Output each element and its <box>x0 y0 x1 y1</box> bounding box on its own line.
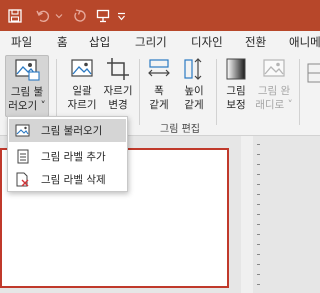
ruler-tick <box>257 204 260 205</box>
tab-animations[interactable]: 애니메 <box>289 31 320 53</box>
tab-home[interactable]: 홈 <box>57 31 68 53</box>
ruler-tick <box>257 184 260 185</box>
ruler-tick <box>257 284 260 285</box>
equal-width-button[interactable]: 폭 같게 <box>143 55 175 117</box>
ribbon-divider <box>299 59 300 125</box>
load-picture-label-1: 그림 불 <box>10 86 44 98</box>
load-picture-dropdown: 그림 불러오기 그림 라벨 추가 그림 라벨 삭제 <box>7 116 128 192</box>
undo-dropdown-icon[interactable] <box>53 6 65 26</box>
crop-icon <box>106 57 130 85</box>
presentation-icon[interactable] <box>94 6 112 26</box>
picture-correction-button[interactable]: 그림 보정 <box>220 55 252 117</box>
image-disabled-icon <box>261 57 287 85</box>
equal-width-icon <box>147 57 171 85</box>
label-add-icon <box>15 149 31 165</box>
vertical-ruler <box>253 136 320 293</box>
ruler-tick <box>257 144 260 145</box>
correction-label-2: 보정 <box>226 99 246 111</box>
crop-together-label-2: 자르기 <box>67 99 97 111</box>
load-picture-label-2: 러오기 ˅ <box>8 100 46 112</box>
menu-item-load-picture[interactable]: 그림 불러오기 <box>9 119 126 142</box>
picture-icon <box>14 58 40 86</box>
equal-height-icon <box>182 57 206 85</box>
crop-together-button[interactable]: 일괄 자르기 <box>62 55 102 117</box>
equal-width-label-1: 폭 <box>154 85 164 97</box>
ruler-tick <box>257 264 260 265</box>
tab-transitions[interactable]: 전환 <box>245 31 266 53</box>
menu-item-add-label[interactable]: 그림 라벨 추가 <box>9 145 126 168</box>
complete-label-2: 래디로 ˅ <box>255 99 293 111</box>
tab-insert[interactable]: 삽입 <box>89 31 110 53</box>
ruler-tick <box>257 244 260 245</box>
gradient-correction-icon <box>224 57 248 85</box>
complete-label-1: 그림 완 <box>257 85 291 97</box>
menu-item-label: 그림 라벨 추가 <box>41 151 106 163</box>
ribbon-divider <box>216 59 217 125</box>
ruler-tick <box>257 224 260 225</box>
ruler-tick <box>257 254 260 255</box>
redo-icon[interactable] <box>71 6 89 26</box>
tab-file[interactable]: 파일 <box>11 31 32 53</box>
label-delete-icon <box>15 172 31 188</box>
menu-bar: 파일 홈 삽입 그리기 디자인 전환 애니메 <box>0 31 320 53</box>
equal-width-label-2: 같게 <box>149 99 169 111</box>
ruler-tick <box>257 214 260 215</box>
correction-label-1: 그림 <box>226 85 246 97</box>
save-icon[interactable] <box>4 6 26 26</box>
ruler-tick <box>257 164 260 165</box>
image-landscape-icon <box>69 57 95 85</box>
picture-icon <box>15 123 31 139</box>
equal-height-button[interactable]: 높이 같게 <box>178 55 210 117</box>
grid-icon <box>307 63 320 87</box>
equal-height-label-2: 같게 <box>184 99 204 111</box>
next-ribbon-button[interactable] <box>303 55 320 117</box>
crop-change-label-2: 변경 <box>108 99 128 111</box>
title-bar <box>0 0 320 31</box>
picture-complete-button[interactable]: 그림 완 래디로 ˅ <box>254 55 294 117</box>
customize-toolbar-icon[interactable] <box>115 6 127 26</box>
tab-draw[interactable]: 그리기 <box>135 31 167 53</box>
menu-item-delete-label[interactable]: 그림 라벨 삭제 <box>9 168 126 191</box>
crop-change-button[interactable]: 자르기 변경 <box>101 55 135 117</box>
crop-together-label-1: 일괄 <box>72 85 92 97</box>
ruler-tick <box>257 194 260 195</box>
menu-item-label: 그림 라벨 삭제 <box>41 174 106 186</box>
group-label-picture-edit: 그림 편집 <box>160 124 200 135</box>
ruler-tick <box>257 274 260 275</box>
undo-icon[interactable] <box>34 6 52 26</box>
vertical-scrollbar[interactable] <box>241 136 253 293</box>
menu-item-label: 그림 불러오기 <box>41 125 103 137</box>
ruler-tick <box>257 174 260 175</box>
load-picture-button[interactable]: 그림 불 러오기 ˅ <box>5 55 49 117</box>
ruler-tick <box>257 154 260 155</box>
crop-change-label-1: 자르기 <box>103 85 133 97</box>
ribbon-divider <box>139 59 140 125</box>
equal-height-label-1: 높이 <box>184 85 204 97</box>
ruler-tick <box>257 234 260 235</box>
tab-design[interactable]: 디자인 <box>191 31 223 53</box>
